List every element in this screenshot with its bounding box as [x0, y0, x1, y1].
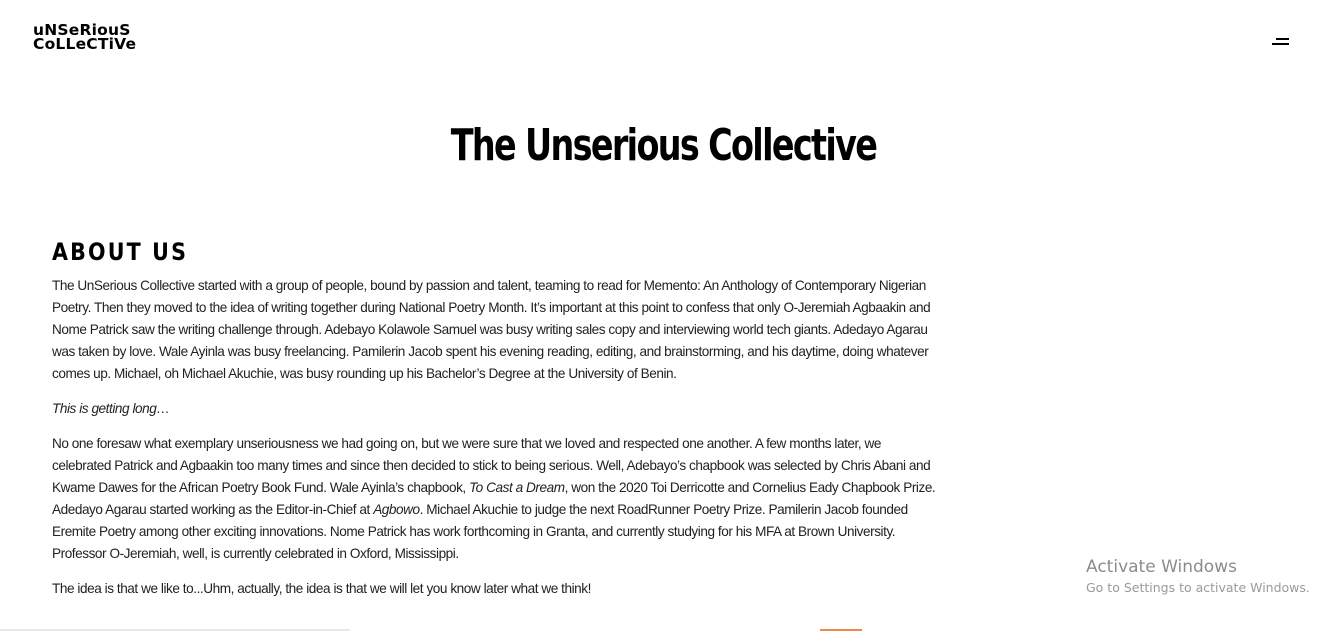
about-body: The UnSerious Collective started with a …	[52, 275, 937, 613]
about-paragraph-1: The UnSerious Collective started with a …	[52, 278, 931, 381]
about-heading: ABOUT US	[52, 238, 189, 266]
about-paragraph-4: The idea is that we like to...Uhm, actua…	[52, 581, 591, 596]
about-aside: This is getting long…	[52, 401, 170, 416]
magazine-title: Agbowo	[373, 502, 420, 517]
watermark-subtitle: Go to Settings to activate Windows.	[1086, 580, 1310, 595]
menu-bar-top	[1276, 38, 1289, 40]
page: uNSeRiouS CoLLeCTiVe The Unserious Colle…	[0, 0, 1327, 631]
activate-windows-watermark: Activate Windows Go to Settings to activ…	[1086, 556, 1316, 598]
about-paragraph-2: This is getting long…	[52, 398, 937, 420]
page-title: The Unserious Collective	[450, 120, 878, 171]
menu-bar-bottom	[1272, 43, 1289, 45]
hamburger-menu-icon[interactable]	[1268, 34, 1294, 50]
about-paragraph-3: No one foresaw what exemplary unseriousn…	[52, 433, 937, 565]
watermark-title: Activate Windows	[1086, 557, 1237, 577]
site-logo[interactable]: uNSeRiouS CoLLeCTiVe	[33, 22, 137, 53]
logo-line-2: CoLLeCTiVe	[33, 35, 137, 53]
book-title: To Cast a Dream	[469, 480, 565, 495]
